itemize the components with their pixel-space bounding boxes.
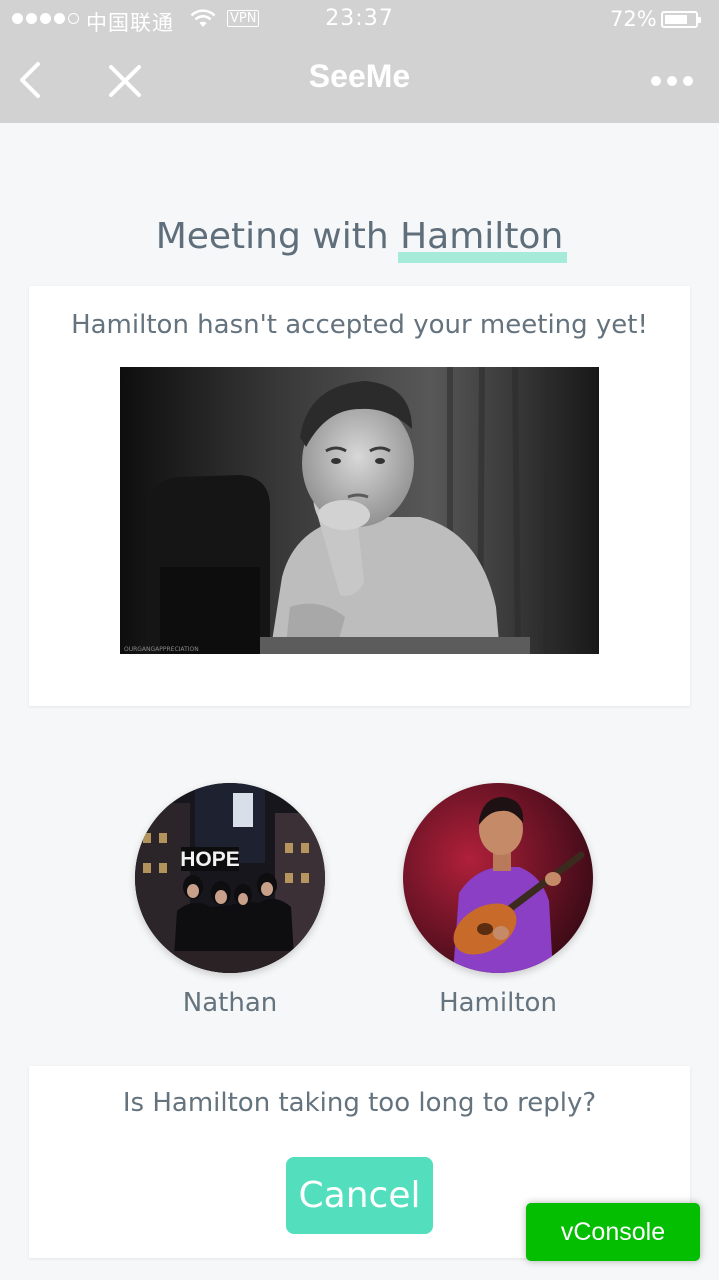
cancel-meeting-button[interactable]: Cancel [286, 1157, 433, 1234]
page-title-name: Hamilton [398, 216, 568, 264]
close-button[interactable] [103, 61, 147, 101]
reply-question: Is Hamilton taking too long to reply? [122, 1088, 597, 1118]
more-button[interactable] [643, 68, 701, 94]
more-horizontal-icon [651, 76, 661, 86]
battery-icon [661, 11, 701, 28]
meeting-status-card: Hamilton hasn't accepted your meeting ye… [29, 286, 690, 706]
avatar-hamilton[interactable] [403, 783, 593, 973]
page-title: Meeting with Hamilton [0, 216, 719, 264]
gif-caption: OURGANGAPPRECIATION [124, 646, 199, 653]
avatar-nathan[interactable]: HOPE [135, 783, 325, 973]
hope-sign-text: HOPE [180, 848, 240, 871]
back-button[interactable] [14, 58, 54, 102]
participant-name-hamilton: Hamilton [439, 988, 557, 1018]
waiting-gif-image: OURGANGAPPRECIATION [120, 367, 599, 654]
top-bar: 中国联通 VPN 23:37 72% SeeMe [0, 0, 719, 123]
status-bar: 中国联通 VPN 23:37 72% [0, 0, 719, 40]
battery-percent: 72% [610, 7, 657, 31]
vconsole-button[interactable]: vConsole [526, 1203, 700, 1261]
nav-title: SeeMe [308, 58, 411, 94]
page-title-prefix: Meeting with [155, 216, 401, 258]
chevron-left-icon [20, 62, 40, 98]
close-icon [109, 65, 141, 97]
participant-name-nathan: Nathan [182, 988, 278, 1018]
meeting-status-message: Hamilton hasn't accepted your meeting ye… [71, 310, 648, 340]
